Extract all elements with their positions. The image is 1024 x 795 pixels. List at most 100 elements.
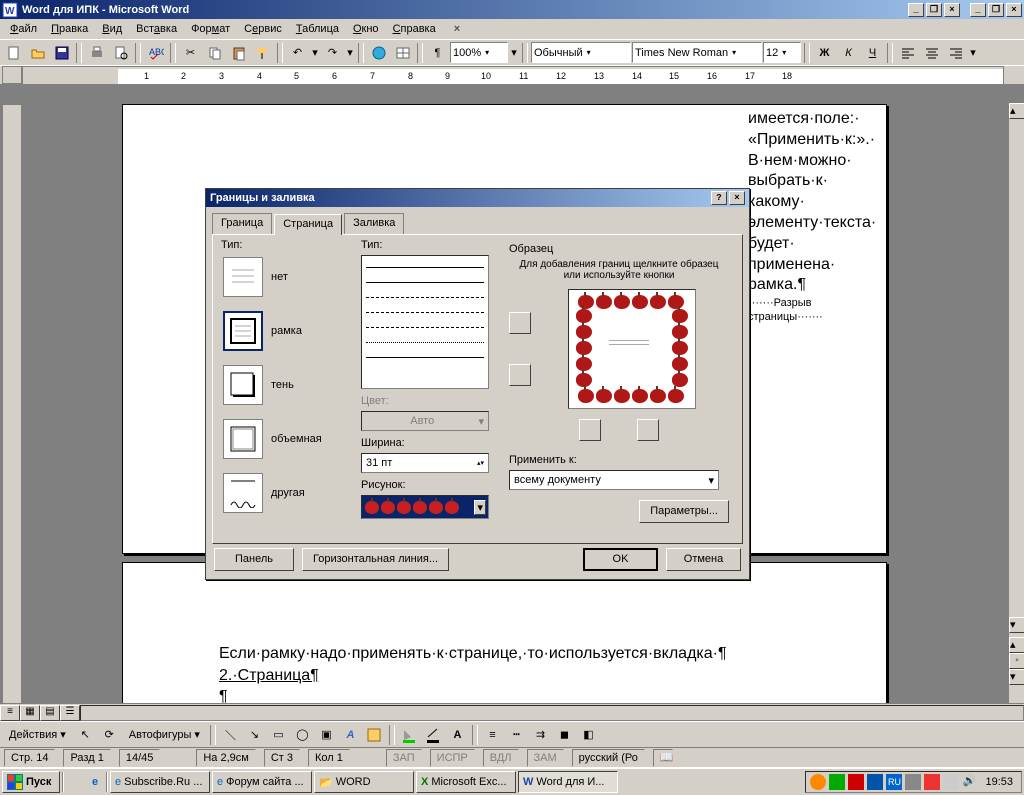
- preset-box[interactable]: рамка: [221, 309, 341, 353]
- arrow-tool[interactable]: ↘: [243, 724, 266, 746]
- scroll-down-button[interactable]: ▾: [1009, 617, 1024, 633]
- new-doc-button[interactable]: [2, 42, 25, 64]
- tables-button[interactable]: [391, 42, 414, 64]
- zoom-select[interactable]: 100%▾: [450, 42, 508, 63]
- paste-button[interactable]: [227, 42, 250, 64]
- mdi-close-button[interactable]: ×: [944, 3, 960, 17]
- menu-view[interactable]: Вид: [96, 21, 128, 37]
- preview-button[interactable]: [109, 42, 132, 64]
- options-button[interactable]: Параметры...: [639, 500, 729, 523]
- font-select[interactable]: Times New Roman▾: [632, 42, 762, 63]
- autoshapes-button[interactable]: Автофигуры ▾: [122, 724, 207, 746]
- task-subscribe[interactable]: eSubscribe.Ru ...: [110, 771, 210, 793]
- line-color-button[interactable]: [422, 724, 445, 746]
- line-weight-button[interactable]: ≡: [481, 724, 504, 746]
- tab-border[interactable]: Граница: [212, 213, 272, 234]
- status-ext[interactable]: ВДЛ: [483, 749, 519, 767]
- 3d-button[interactable]: ◧: [577, 724, 600, 746]
- view-web-button[interactable]: ▦: [20, 705, 40, 721]
- select-arrow-button[interactable]: ↖: [74, 724, 97, 746]
- menu-format[interactable]: Формат: [185, 21, 236, 37]
- status-trk[interactable]: ИСПР: [430, 749, 475, 767]
- tab-shading[interactable]: Заливка: [344, 213, 404, 234]
- font-color-button[interactable]: A: [446, 724, 469, 746]
- menu-table[interactable]: Таблица: [290, 21, 345, 37]
- preset-3d[interactable]: объемная: [221, 417, 341, 461]
- art-select[interactable]: ▾: [361, 495, 489, 519]
- menu-window[interactable]: Окно: [347, 21, 385, 37]
- view-print-button[interactable]: ▤: [40, 705, 60, 721]
- size-select[interactable]: 12▾: [763, 42, 801, 63]
- task-word-folder[interactable]: 📂WORD: [314, 771, 414, 793]
- browse-object-button[interactable]: ◦: [1009, 653, 1024, 669]
- dash-style-button[interactable]: ┅: [505, 724, 528, 746]
- tray-lang-icon[interactable]: RU: [886, 774, 902, 790]
- align-left-button[interactable]: [896, 42, 919, 64]
- textbox-tool[interactable]: ▣: [315, 724, 338, 746]
- view-outline-button[interactable]: ☰: [60, 705, 80, 721]
- save-button[interactable]: [50, 42, 73, 64]
- line-tool[interactable]: ＼: [219, 724, 242, 746]
- app-restore-button[interactable]: ❐: [988, 3, 1004, 17]
- preview-box[interactable]: [568, 289, 696, 409]
- tray-icon-5[interactable]: [905, 774, 921, 790]
- tab-selector[interactable]: [2, 66, 22, 84]
- menu-tools[interactable]: Сервис: [238, 21, 288, 37]
- copy-button[interactable]: [203, 42, 226, 64]
- format-painter-button[interactable]: [251, 42, 274, 64]
- tray-icon-1[interactable]: [810, 774, 826, 790]
- style-select[interactable]: Обычный▾: [531, 42, 631, 63]
- tray-icon-3[interactable]: [848, 774, 864, 790]
- align-center-button[interactable]: [920, 42, 943, 64]
- line-style-listbox[interactable]: [361, 255, 489, 389]
- undo-button[interactable]: ↶: [286, 42, 309, 64]
- status-book-icon[interactable]: 📖: [653, 749, 673, 767]
- panel-button[interactable]: Панель: [214, 548, 294, 571]
- right-border-toggle[interactable]: [637, 419, 659, 441]
- shadow-button[interactable]: ◼: [553, 724, 576, 746]
- preset-custom[interactable]: другая: [221, 471, 341, 515]
- start-button[interactable]: Пуск: [2, 771, 60, 793]
- tray-icon-7[interactable]: [943, 774, 959, 790]
- menu-edit[interactable]: Правка: [45, 21, 94, 37]
- document-page-2[interactable]: Если·рамку·надо·применять·к·странице,·то…: [122, 562, 887, 703]
- tray-icon-4[interactable]: [867, 774, 883, 790]
- spell-button[interactable]: ABC: [144, 42, 167, 64]
- bottom-border-toggle[interactable]: [509, 364, 531, 386]
- underline-button[interactable]: Ч: [861, 42, 884, 64]
- wordart-tool[interactable]: A: [339, 724, 362, 746]
- draw-actions-button[interactable]: Действия ▾: [2, 724, 73, 746]
- arrow-style-button[interactable]: ⇉: [529, 724, 552, 746]
- dialog-titlebar[interactable]: Границы и заливка ? ×: [206, 189, 749, 207]
- vertical-scrollbar[interactable]: ▴ ▾ ▴ ◦ ▾: [1008, 103, 1024, 703]
- preset-none[interactable]: нет: [221, 255, 341, 299]
- italic-button[interactable]: К: [837, 42, 860, 64]
- clipart-tool[interactable]: [363, 724, 386, 746]
- quick-ie-icon[interactable]: e: [86, 772, 104, 792]
- open-button[interactable]: [26, 42, 49, 64]
- app-close-button[interactable]: ×: [1006, 3, 1022, 17]
- tray-icon-2[interactable]: [829, 774, 845, 790]
- quick-desktop-icon[interactable]: [66, 772, 84, 792]
- vertical-ruler[interactable]: [2, 104, 22, 703]
- dialog-help-button[interactable]: ?: [711, 191, 727, 205]
- ok-button[interactable]: OK: [583, 548, 658, 571]
- top-border-toggle[interactable]: [509, 312, 531, 334]
- doc-close-icon[interactable]: ×: [448, 21, 466, 37]
- task-excel[interactable]: XMicrosoft Exc...: [416, 771, 516, 793]
- left-border-toggle[interactable]: [579, 419, 601, 441]
- view-normal-button[interactable]: ≡: [0, 705, 20, 721]
- cancel-button[interactable]: Отмена: [666, 548, 741, 571]
- toolbar-more-1[interactable]: ▾: [509, 42, 519, 64]
- bold-button[interactable]: Ж: [813, 42, 836, 64]
- prev-page-button[interactable]: ▴: [1009, 637, 1024, 653]
- print-button[interactable]: [85, 42, 108, 64]
- toolbar-more-2[interactable]: ▾: [968, 42, 978, 64]
- align-right-button[interactable]: [944, 42, 967, 64]
- status-ovr[interactable]: ЗАМ: [527, 749, 564, 767]
- horizontal-line-button[interactable]: Горизонтальная линия...: [302, 548, 449, 571]
- tab-page[interactable]: Страница: [274, 214, 342, 235]
- mdi-minimize-button[interactable]: _: [908, 3, 924, 17]
- menu-help[interactable]: Справка: [387, 21, 442, 37]
- scroll-up-button[interactable]: ▴: [1009, 103, 1024, 119]
